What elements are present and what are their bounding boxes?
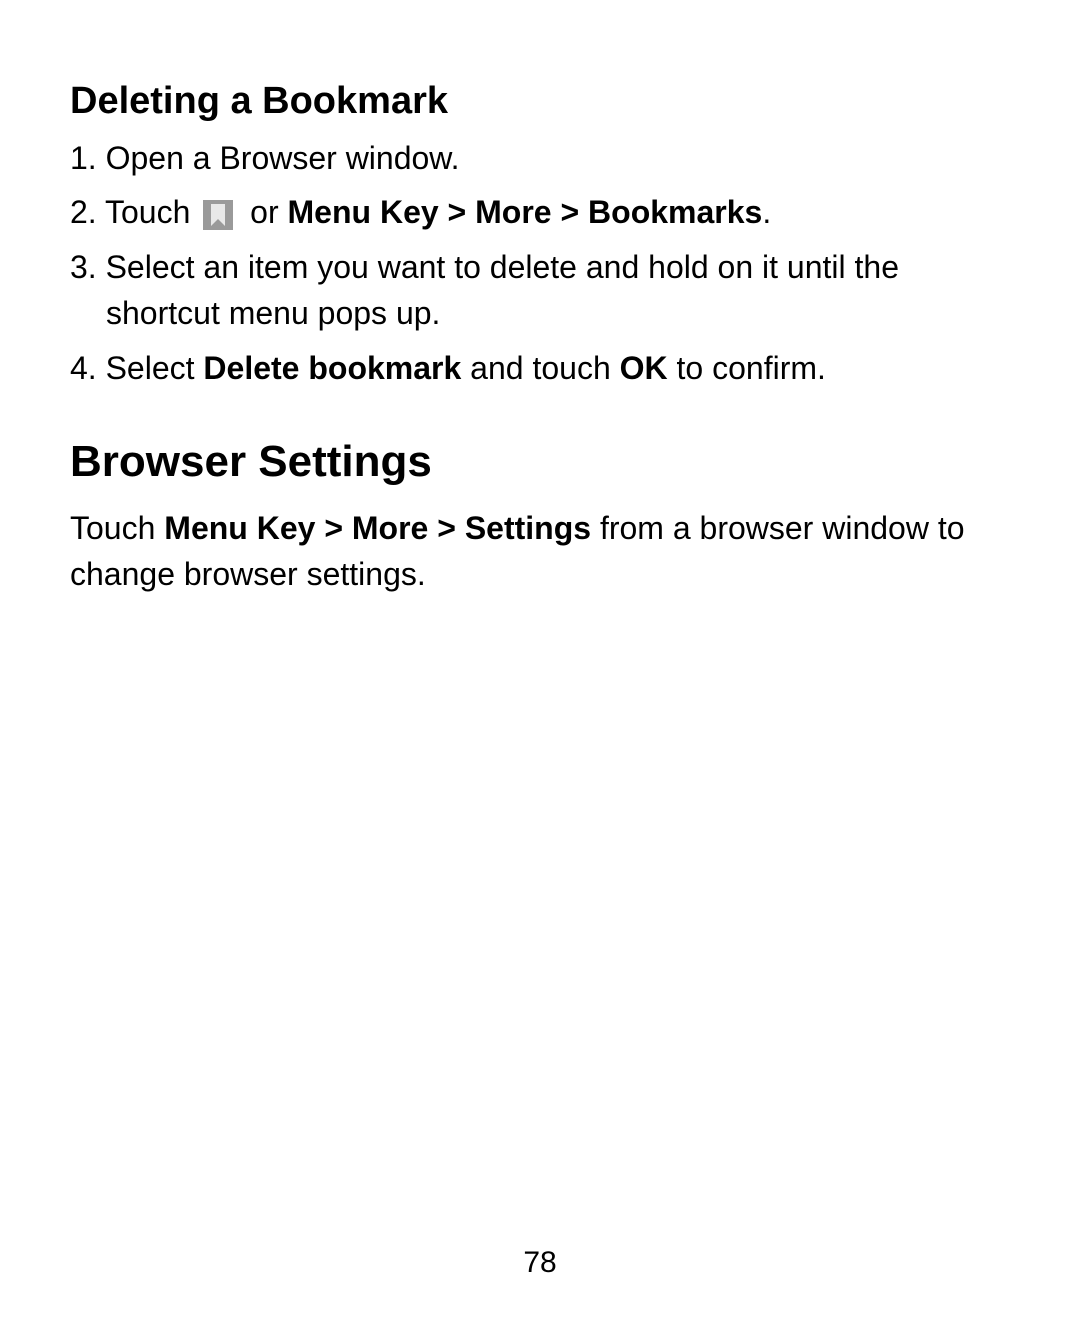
steps-list: 1. Open a Browser window. 2. Touch or Me… bbox=[70, 135, 1010, 391]
step-text: Open a Browser window. bbox=[106, 140, 460, 176]
step-text-bold: Menu Key > More > Bookmarks bbox=[288, 194, 763, 230]
step-number: 2. bbox=[70, 194, 97, 230]
step-text: Select an item you want to delete and ho… bbox=[106, 249, 899, 331]
step-1: 1. Open a Browser window. bbox=[70, 135, 1010, 181]
step-text: Select bbox=[106, 350, 204, 386]
body-text-bold: Menu Key > More > Settings bbox=[164, 510, 591, 546]
step-number: 3. bbox=[70, 249, 97, 285]
bookmark-icon bbox=[203, 200, 233, 230]
step-2: 2. Touch or Menu Key > More > Bookmarks. bbox=[70, 189, 1010, 235]
step-text-bold: Delete bookmark bbox=[203, 350, 461, 386]
step-text: to confirm. bbox=[668, 350, 826, 386]
page-number: 78 bbox=[0, 1246, 1080, 1280]
step-4: 4. Select Delete bookmark and touch OK t… bbox=[70, 345, 1010, 391]
step-number: 1. bbox=[70, 140, 97, 176]
step-text: . bbox=[762, 194, 771, 230]
step-text-bold: OK bbox=[620, 350, 668, 386]
step-text: and touch bbox=[461, 350, 619, 386]
step-text: or bbox=[241, 194, 287, 230]
section-heading-browser-settings: Browser Settings bbox=[70, 437, 1010, 487]
body-paragraph: Touch Menu Key > More > Settings from a … bbox=[70, 505, 1010, 598]
step-3: 3. Select an item you want to delete and… bbox=[70, 244, 1010, 337]
step-text: Touch bbox=[105, 194, 199, 230]
section-heading-deleting-bookmark: Deleting a Bookmark bbox=[70, 80, 1010, 123]
step-number: 4. bbox=[70, 350, 97, 386]
body-text: Touch bbox=[70, 510, 164, 546]
